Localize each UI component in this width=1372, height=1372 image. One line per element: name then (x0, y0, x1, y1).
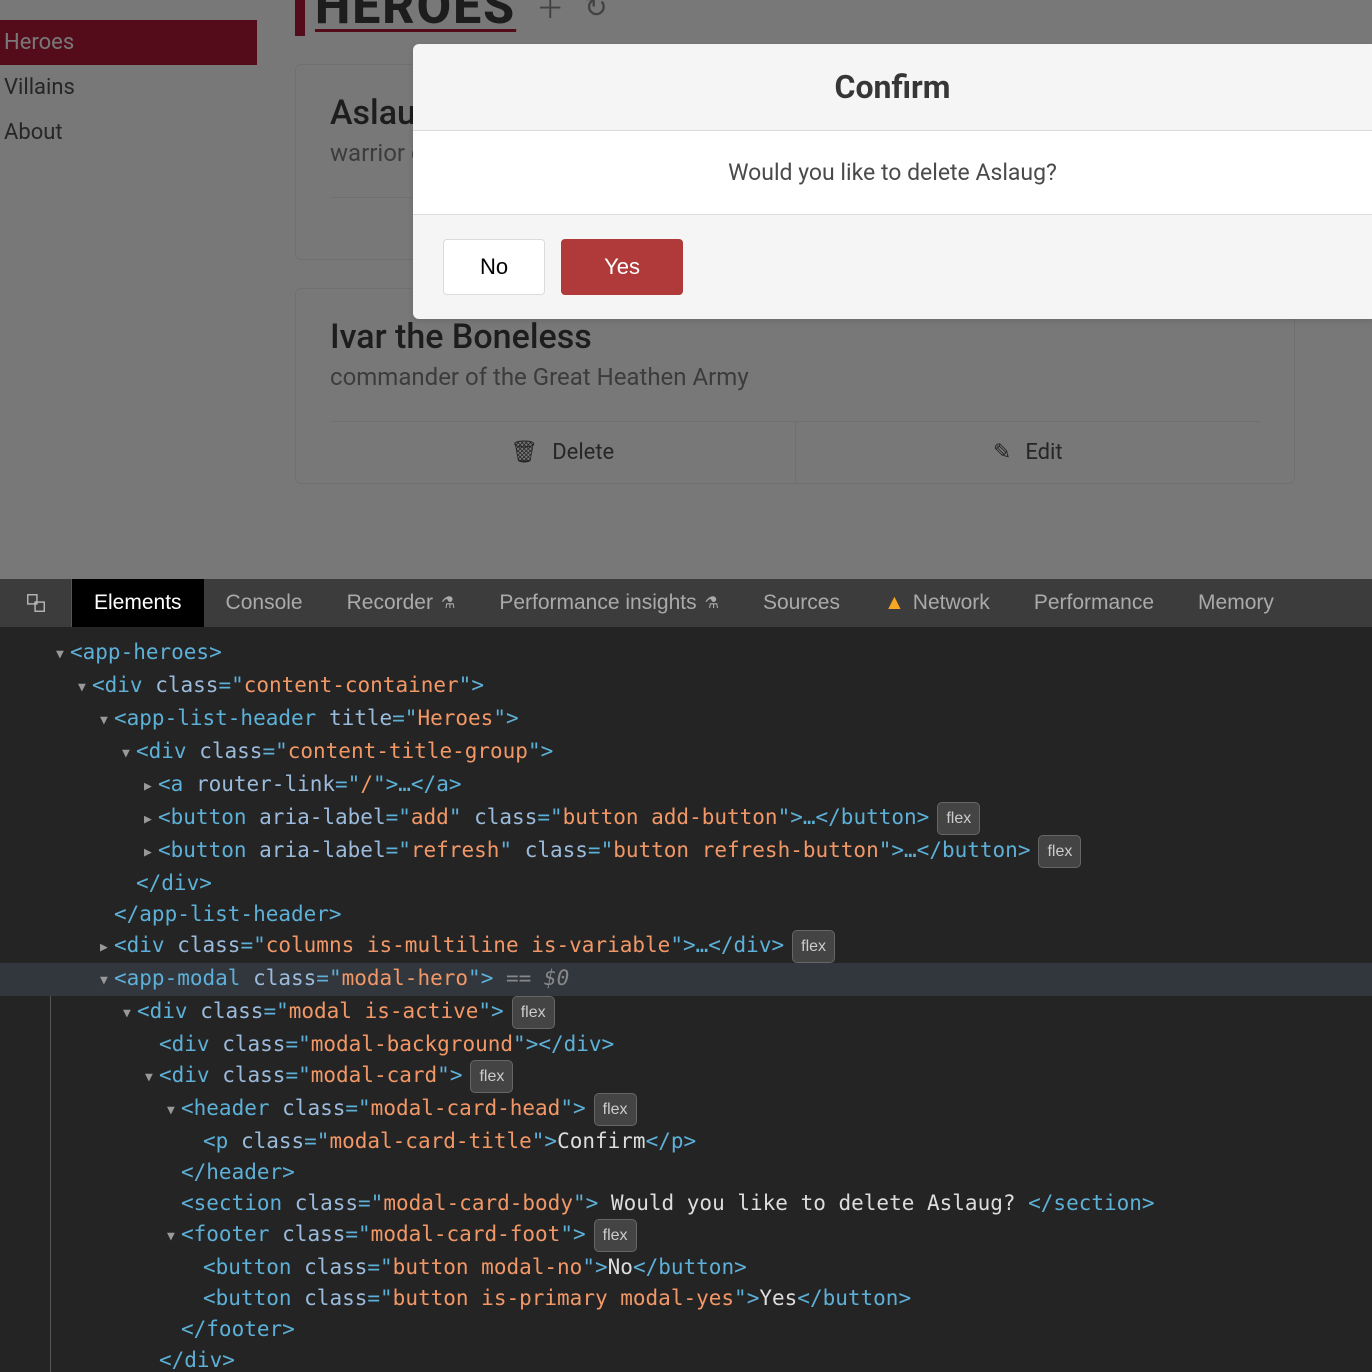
modal-title: Confirm (413, 68, 1372, 106)
dom-tree[interactable]: ▼<app-heroes> ▼<div class="content-conta… (0, 627, 1372, 1372)
flex-badge: flex (792, 930, 835, 963)
flask-icon: ⚗ (441, 593, 455, 613)
refresh-icon[interactable]: ↻ (584, 0, 607, 24)
flask-icon: ⚗ (705, 593, 719, 613)
flex-badge: flex (1038, 835, 1081, 868)
sidebar-item-about[interactable]: About (0, 110, 257, 155)
tab-console[interactable]: Console (204, 579, 325, 627)
flex-badge: flex (594, 1093, 637, 1126)
sidebar-item-villains[interactable]: Villains (0, 65, 257, 110)
edit-button[interactable]: ✎ Edit (795, 422, 1261, 483)
confirm-modal: Confirm Would you like to delete Aslaug?… (413, 44, 1372, 319)
warning-icon: ▲ (884, 591, 905, 615)
hero-name: Ivar the Boneless (330, 317, 1260, 357)
selected-dom-row[interactable]: ▼<app-modal class="modal-hero"> == $0 (0, 963, 1372, 996)
flex-badge: flex (594, 1219, 637, 1252)
modal-body: Would you like to delete Aslaug? (413, 131, 1372, 215)
flex-badge: flex (470, 1060, 513, 1093)
flex-badge: flex (512, 996, 555, 1029)
tab-perf-insights[interactable]: Performance insights⚗ (477, 579, 741, 627)
tab-elements[interactable]: Elements (72, 579, 204, 627)
title-group: HEROES ＋ ↻ (295, 0, 1372, 36)
tab-memory[interactable]: Memory (1176, 579, 1296, 627)
flex-badge: flex (937, 802, 980, 835)
tab-performance[interactable]: Performance (1012, 579, 1176, 627)
hero-desc: commander of the Great Heathen Army (330, 363, 1260, 391)
tab-sources[interactable]: Sources (741, 579, 862, 627)
modal-footer: No Yes (413, 215, 1372, 319)
sidebar-item-heroes[interactable]: Heroes (0, 20, 257, 65)
modal-yes-button[interactable]: Yes (561, 239, 683, 295)
edit-icon: ✎ (993, 440, 1011, 465)
devtools-tabs: Elements Console Recorder⚗ Performance i… (0, 579, 1372, 627)
app-area: Heroes Villains About HEROES ＋ ↻ Aslaug … (0, 0, 1372, 579)
inspect-icon[interactable] (0, 579, 72, 627)
tab-recorder[interactable]: Recorder⚗ (325, 579, 478, 627)
tab-network[interactable]: ▲Network (862, 579, 1012, 627)
add-icon[interactable]: ＋ (536, 0, 564, 27)
page-title[interactable]: HEROES (295, 0, 516, 36)
sidebar: Heroes Villains About (0, 0, 257, 155)
devtools-panel: Elements Console Recorder⚗ Performance i… (0, 579, 1372, 1372)
trash-icon: 🗑 (510, 440, 538, 465)
modal-no-button[interactable]: No (443, 239, 545, 295)
delete-button[interactable]: 🗑 Delete (330, 422, 795, 483)
modal-header: Confirm (413, 44, 1372, 131)
